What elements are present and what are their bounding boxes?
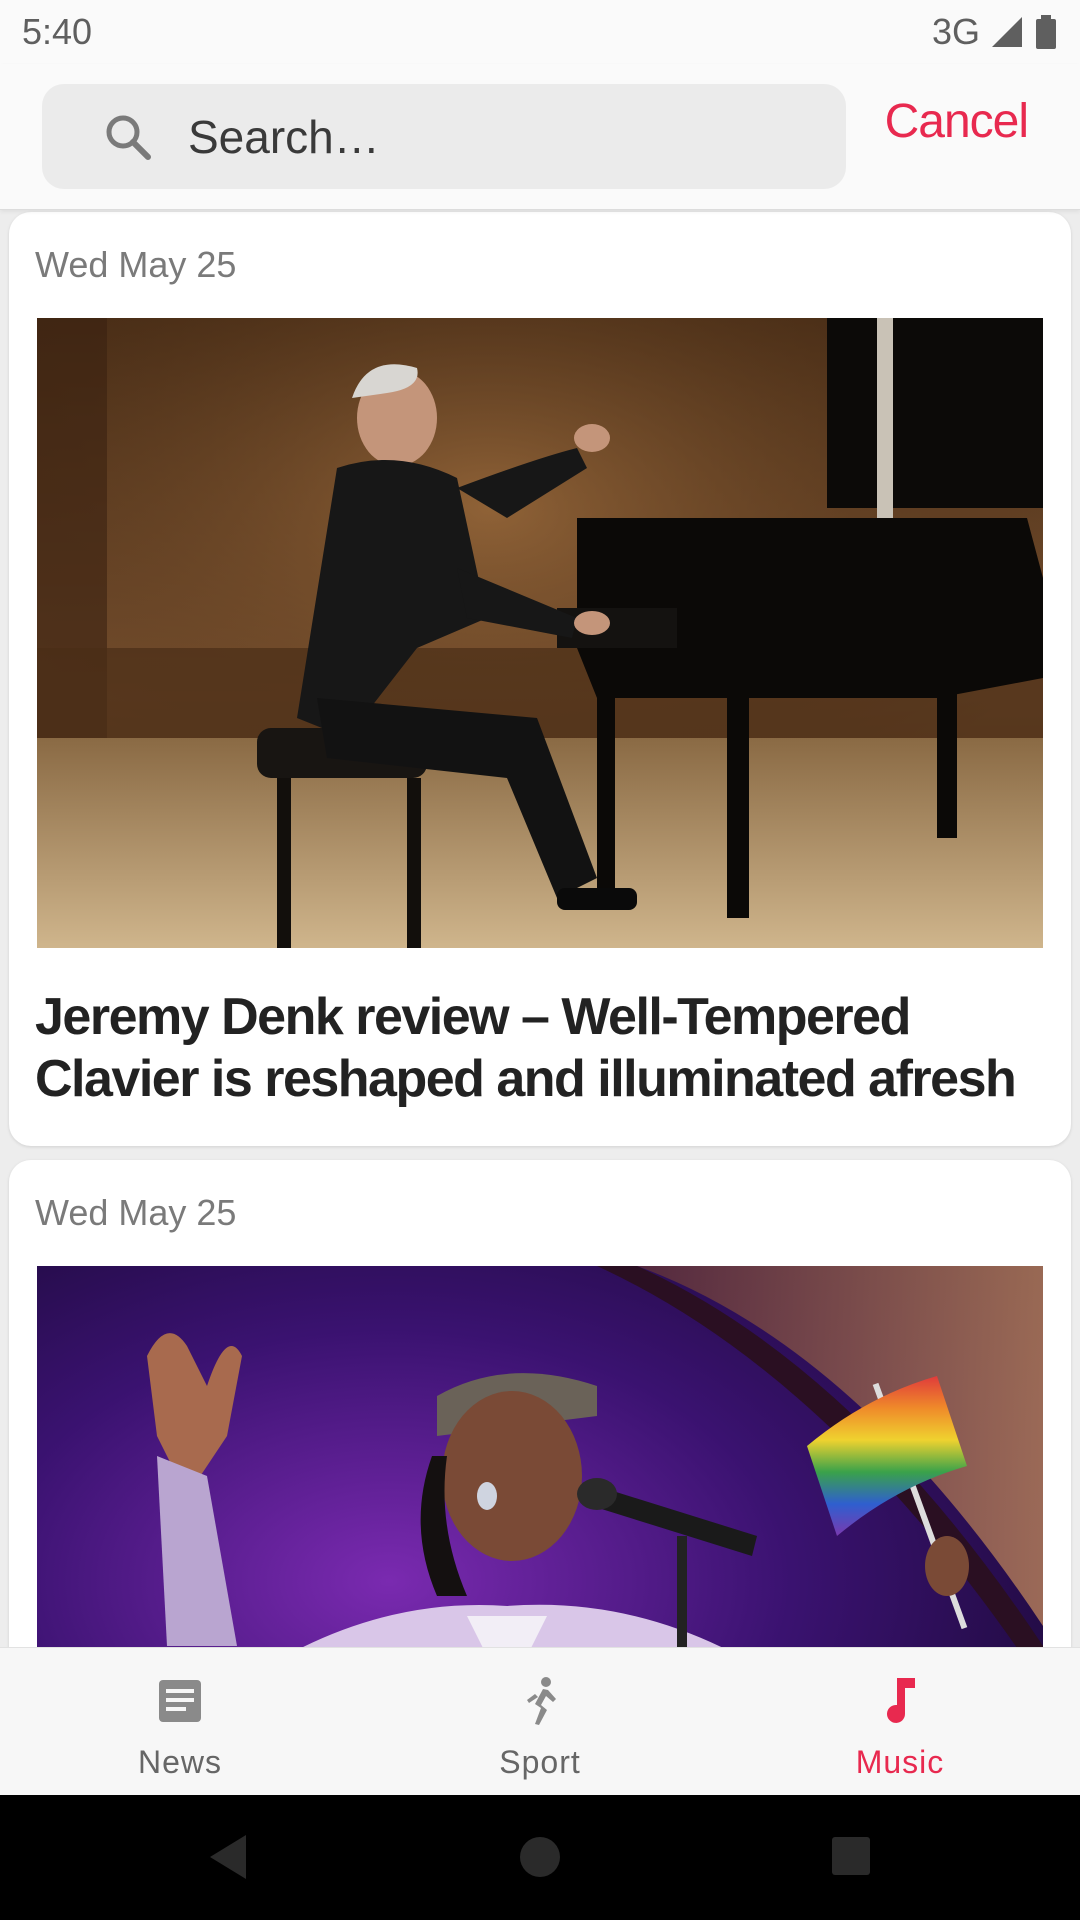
tab-news[interactable]: News <box>0 1648 360 1795</box>
article-feed[interactable]: Wed May 25 Jeremy Denk review – Well-Tem… <box>0 210 1080 1647</box>
network-type: 3G <box>931 11 980 52</box>
status-time: 5:40 <box>22 11 93 52</box>
home-icon[interactable] <box>516 1833 564 1881</box>
article-date: Wed May 25 <box>35 244 237 285</box>
article-date: Wed May 25 <box>35 1192 237 1233</box>
system-navigation-bar <box>0 1795 1080 1920</box>
search-icon <box>106 115 151 160</box>
cancel-button[interactable]: Cancel <box>885 94 1029 149</box>
bottom-tab-bar: News Sport Music <box>0 1647 1080 1795</box>
search-input[interactable] <box>188 84 808 189</box>
music-note-icon <box>887 1678 915 1723</box>
search-box[interactable] <box>42 84 846 189</box>
tab-sport[interactable]: Sport <box>360 1648 720 1795</box>
article-image-pianist[interactable] <box>37 318 1043 948</box>
pianist-photo <box>37 318 1043 948</box>
recents-icon[interactable] <box>828 1833 874 1879</box>
battery-icon <box>1036 15 1056 49</box>
status-indicators: 3G <box>932 11 1058 53</box>
sport-icon <box>527 1677 556 1725</box>
tab-label: Sport <box>499 1744 581 1780</box>
back-icon[interactable] <box>206 1831 254 1883</box>
search-header: Cancel <box>0 64 1080 210</box>
status-bar: 5:40 3G <box>0 0 1080 64</box>
news-icon <box>159 1680 201 1722</box>
article-card[interactable]: Wed May 25 <box>9 212 1071 1146</box>
article-image-singer[interactable] <box>37 1266 1043 1647</box>
tab-label: Music <box>855 1744 945 1780</box>
article-card[interactable]: Wed May 25 <box>9 1160 1071 1647</box>
signal-icon <box>992 17 1022 47</box>
tab-label: News <box>137 1744 222 1780</box>
article-headline[interactable]: Jeremy Denk review – Well-Tempered Clavi… <box>35 986 1035 1110</box>
tab-music[interactable]: Music <box>720 1648 1080 1795</box>
singer-photo <box>37 1266 1043 1647</box>
